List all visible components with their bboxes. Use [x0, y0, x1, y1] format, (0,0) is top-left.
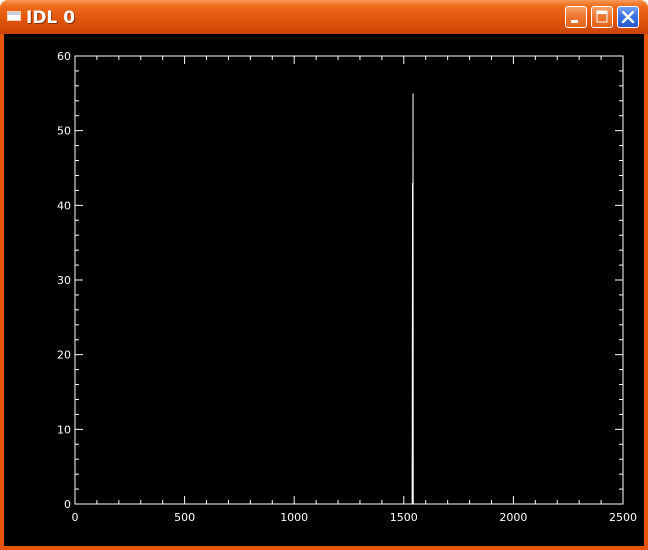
x-tick-label: 2500	[609, 511, 637, 524]
y-tick-label: 10	[57, 423, 71, 436]
title-bar[interactable]: IDL 0	[0, 0, 648, 34]
idl-window: IDL 0 0 500 1000 1500 2000 2500 0 10 20 30 40 50 60	[0, 0, 648, 550]
plot-chart: 0 500 1000 1500 2000 2500 0 10 20 30 40 50 60	[57, 50, 637, 524]
minimize-icon	[571, 20, 578, 23]
x-tick-label: 1000	[280, 511, 308, 524]
plot-area[interactable]: 0 500 1000 1500 2000 2500 0 10 20 30 40 50 60	[4, 34, 644, 546]
window-icon[interactable]	[7, 11, 21, 21]
x-tick-label: 1500	[390, 511, 418, 524]
maximize-button[interactable]	[591, 6, 613, 28]
y-tick-label: 60	[57, 50, 71, 63]
close-icon	[621, 10, 635, 24]
x-tick-label: 2000	[499, 511, 527, 524]
window-title: IDL 0	[26, 8, 76, 28]
x-tick-label: 500	[174, 511, 195, 524]
minimize-button[interactable]	[565, 6, 587, 28]
series-line	[75, 93, 623, 505]
y-tick-label: 0	[64, 498, 71, 511]
y-tick-label: 30	[57, 274, 71, 287]
y-tick-label: 50	[57, 125, 71, 138]
y-tick-label: 40	[57, 199, 71, 212]
close-button[interactable]	[617, 6, 639, 28]
y-tick-label: 20	[57, 349, 71, 362]
x-tick-label: 0	[72, 511, 79, 524]
plot-frame	[74, 55, 624, 505]
maximize-icon	[596, 10, 608, 23]
